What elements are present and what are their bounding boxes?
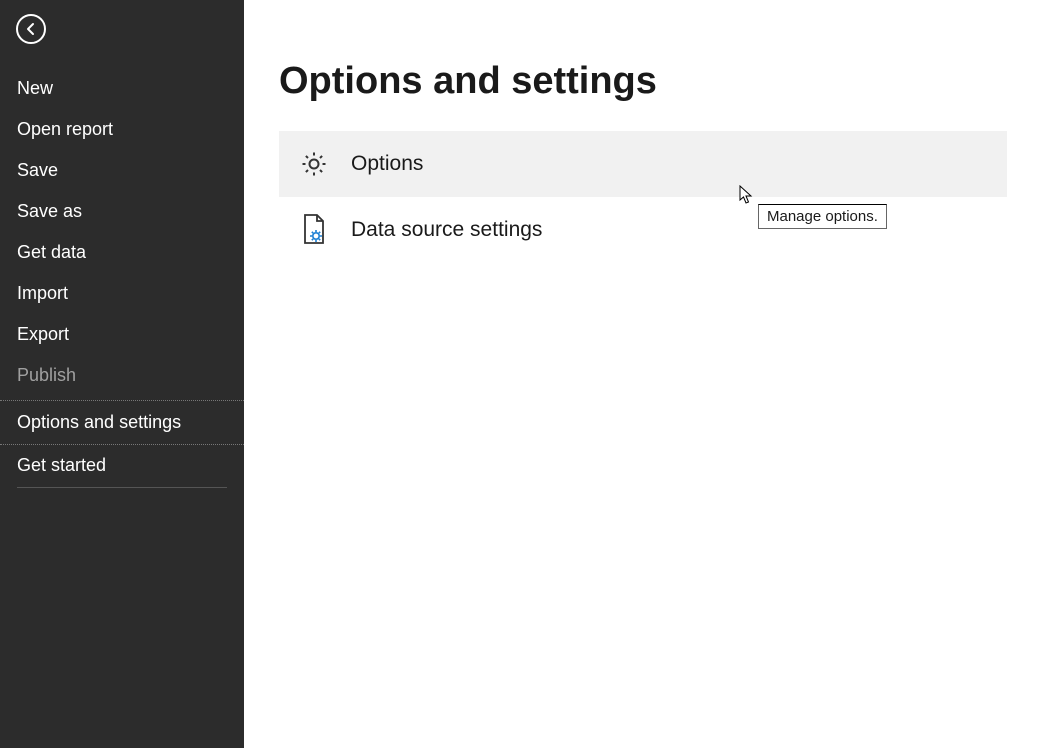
- tooltip: Manage options.: [758, 204, 887, 229]
- option-label: Data source settings: [351, 218, 542, 242]
- sidebar-item-save[interactable]: Save: [0, 150, 244, 191]
- back-button[interactable]: [16, 14, 46, 44]
- option-row-options[interactable]: Options: [279, 131, 1007, 197]
- sidebar-item-publish: Publish: [0, 355, 244, 396]
- arrow-left-icon: [24, 22, 38, 36]
- sidebar: New Open report Save Save as Get data Im…: [0, 0, 244, 748]
- sidebar-item-new[interactable]: New: [0, 68, 244, 109]
- sidebar-item-get-started[interactable]: Get started: [17, 445, 227, 488]
- sidebar-item-import[interactable]: Import: [0, 273, 244, 314]
- sidebar-item-get-data[interactable]: Get data: [0, 232, 244, 273]
- option-label: Options: [351, 152, 423, 176]
- sidebar-item-open-report[interactable]: Open report: [0, 109, 244, 150]
- sidebar-item-export[interactable]: Export: [0, 314, 244, 355]
- sidebar-item-save-as[interactable]: Save as: [0, 191, 244, 232]
- page-title: Options and settings: [279, 60, 1007, 103]
- document-gear-icon: [299, 215, 329, 245]
- gear-icon: [299, 149, 329, 179]
- option-row-data-source-settings[interactable]: Data source settings: [279, 197, 1007, 263]
- main-panel: Options and settings Options Data s: [244, 0, 1037, 748]
- sidebar-item-options-and-settings[interactable]: Options and settings: [0, 401, 244, 444]
